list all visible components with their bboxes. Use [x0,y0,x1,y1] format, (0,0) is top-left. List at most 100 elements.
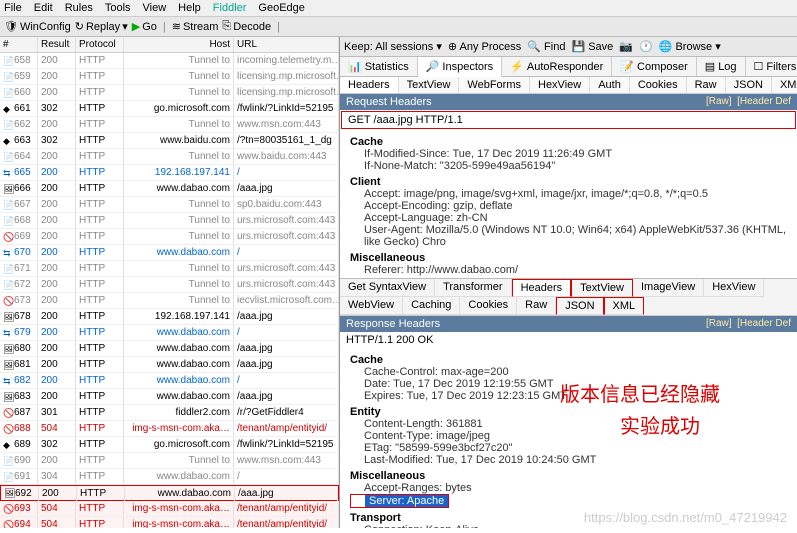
resptab-textview[interactable]: TextView [571,279,633,297]
shield-icon: 🛡 [4,20,18,33]
clock-icon[interactable]: 🕐 [639,40,653,53]
session-row[interactable]: 📄671200HTTPTunnel tours.microsoft.com:44… [0,261,339,277]
reqtab-auth[interactable]: Auth [590,77,630,93]
session-row[interactable]: 📄672200HTTPTunnel tours.microsoft.com:44… [0,277,339,293]
raw-link2[interactable]: [Raw] [706,318,732,329]
resptab-syntax[interactable]: Get SyntaxView [340,279,435,297]
resptab-imageview[interactable]: ImageView [633,279,704,297]
rhdr-ctype: Content-Type: image/jpeg [350,430,787,442]
resptab-cookies[interactable]: Cookies [460,297,517,315]
session-row[interactable]: 📄660200HTTPTunnel tolicensing.mp.microso… [0,85,339,101]
resptab-xml[interactable]: XML [604,297,645,315]
response-line[interactable]: HTTP/1.1 200 OK [340,332,797,348]
hdr-ua: User-Agent: Mozilla/5.0 (Windows NT 10.0… [350,224,787,248]
decode-button[interactable]: ⎘ Decode [222,20,271,33]
session-row[interactable]: ◆663302HTTPwww.baidu.com/?tn=80035161_1_… [0,133,339,149]
header-def-link2[interactable]: [Header Def [737,318,791,329]
winconfig-button[interactable]: 🛡 WinConfig [4,20,71,33]
reqtab-headers[interactable]: Headers [340,77,399,93]
tab-inspectors[interactable]: 🔎Inspectors [418,57,502,77]
any-process-button[interactable]: ⊕ Any Process [448,40,521,53]
session-row[interactable]: 🖼666200HTTPwww.dabao.com/aaa.jpg [0,181,339,197]
session-row[interactable]: 📄667200HTTPTunnel tosp0.baidu.com:443 [0,197,339,213]
session-row[interactable]: 🚫694504HTTPimg-s-msn-com.aka…/tenant/amp… [0,517,339,528]
session-row[interactable]: 🖼681200HTTPwww.dabao.com/aaa.jpg [0,357,339,373]
session-row[interactable]: 📄690200HTTPTunnel towww.msn.com:443 [0,453,339,469]
tab-log[interactable]: ▤Log [697,57,746,76]
go-button[interactable]: ▶ Go [132,20,157,33]
dropdown-icon: ▾ [122,20,128,33]
session-row[interactable]: ⇆679200HTTPwww.dabao.com/ [0,325,339,341]
tab-autoresponder[interactable]: ⚡AutoResponder [502,57,612,76]
reqtab-json[interactable]: JSON [726,77,772,93]
browse-button[interactable]: 🌐 Browse ▾ [659,40,721,53]
row-icon: 📄 [3,456,13,466]
reqtab-textview[interactable]: TextView [399,77,460,93]
menu-edit[interactable]: Edit [34,2,53,14]
replay-button[interactable]: ↻ Replay ▾ [75,20,128,33]
tab-statistics[interactable]: 📊Statistics [340,57,418,76]
menu-help[interactable]: Help [178,2,201,14]
camera-icon[interactable]: 📷 [619,40,633,53]
session-row[interactable]: 🖼678200HTTP192.168.197.141/aaa.jpg [0,309,339,325]
hdr-ifnone: If-None-Match: "3205-599e49aa56194" [350,160,787,172]
reqtab-webforms[interactable]: WebForms [459,77,530,93]
response-headers-title: Response Headers [346,318,440,330]
col-num[interactable]: # [0,37,38,52]
session-row[interactable]: ⇆682200HTTPwww.dabao.com/ [0,373,339,389]
reqtab-raw[interactable]: Raw [687,77,726,93]
session-row[interactable]: 🖼680200HTTPwww.dabao.com/aaa.jpg [0,341,339,357]
response-headers[interactable]: Cache Cache-Control: max-age=200 Date: T… [340,348,797,528]
menu-view[interactable]: View [143,2,167,14]
stream-button[interactable]: ≋ Stream [172,20,219,33]
raw-link[interactable]: [Raw] [706,96,732,107]
find-button[interactable]: 🔍 Find [527,40,565,53]
session-row[interactable]: 🖼683200HTTPwww.dabao.com/aaa.jpg [0,389,339,405]
session-row[interactable]: 📄664200HTTPTunnel towww.baidu.com:443 [0,149,339,165]
resptab-transformer[interactable]: Transformer [435,279,512,297]
menu-file[interactable]: File [4,2,22,14]
main-toolbar: 🛡 WinConfig ↻ Replay ▾ ▶ Go | ≋ Stream ⎘… [0,17,797,37]
session-row[interactable]: ◆661302HTTPgo.microsoft.com/fwlink/?Link… [0,101,339,117]
session-row[interactable]: 📄662200HTTPTunnel towww.msn.com:443 [0,117,339,133]
resptab-hexview[interactable]: HexView [704,279,764,297]
keep-sessions-dropdown[interactable]: Keep: All sessions ▾ [344,40,442,53]
menu-geoedge[interactable]: GeoEdge [258,2,304,14]
menu-tools[interactable]: Tools [105,2,131,14]
session-row[interactable]: 📄691304HTTPwww.dabao.com/ [0,469,339,485]
session-row[interactable]: ⇆670200HTTPwww.dabao.com/ [0,245,339,261]
col-host[interactable]: Host [124,37,234,52]
session-row[interactable]: 🚫669200HTTPTunnel tours.microsoft.com:44… [0,229,339,245]
reqtab-cookies[interactable]: Cookies [630,77,687,93]
session-row[interactable]: 🖼692200HTTPwww.dabao.com/aaa.jpg [0,485,339,501]
resptab-json[interactable]: JSON [556,297,603,315]
menu-fiddler[interactable]: Fiddler [213,2,247,14]
col-protocol[interactable]: Protocol [76,37,124,52]
session-row[interactable]: 📄658200HTTPTunnel toincoming.telemetry.m… [0,53,339,69]
col-url[interactable]: URL [234,37,339,52]
session-row[interactable]: 📄659200HTTPTunnel tolicensing.mp.microso… [0,69,339,85]
save-button[interactable]: 💾 Save [571,40,613,53]
session-row[interactable]: 🚫673200HTTPTunnel toiecvlist.microsoft.c… [0,293,339,309]
session-row[interactable]: 🚫693504HTTPimg-s-msn-com.aka…/tenant/amp… [0,501,339,517]
decode-label: Decode [233,21,271,33]
request-line[interactable]: GET /aaa.jpg HTTP/1.1 [341,111,796,129]
grid-body[interactable]: 📄658200HTTPTunnel toincoming.telemetry.m… [0,53,339,528]
session-row[interactable]: 🚫687301HTTPfiddler2.com/r/?GetFiddler4 [0,405,339,421]
resptab-webview[interactable]: WebView [340,297,403,315]
resptab-caching[interactable]: Caching [403,297,460,315]
col-result[interactable]: Result [38,37,76,52]
session-row[interactable]: 🚫688504HTTPimg-s-msn-com.aka…/tenant/amp… [0,421,339,437]
header-def-link[interactable]: [Header Def [737,96,791,107]
reqtab-xml[interactable]: XML [772,77,797,93]
session-row[interactable]: ◆689302HTTPgo.microsoft.com/fwlink/?Link… [0,437,339,453]
request-headers[interactable]: Cache If-Modified-Since: Tue, 17 Dec 201… [340,130,797,278]
session-row[interactable]: ⇆665200HTTP192.168.197.141/ [0,165,339,181]
resptab-headers[interactable]: Headers [512,279,572,297]
session-row[interactable]: 📄668200HTTPTunnel tours.microsoft.com:44… [0,213,339,229]
menu-rules[interactable]: Rules [65,2,93,14]
tab-filters[interactable]: ☐Filters [746,57,797,76]
resptab-raw[interactable]: Raw [517,297,556,315]
reqtab-hexview[interactable]: HexView [530,77,590,93]
tab-composer[interactable]: 📝Composer [612,57,696,76]
